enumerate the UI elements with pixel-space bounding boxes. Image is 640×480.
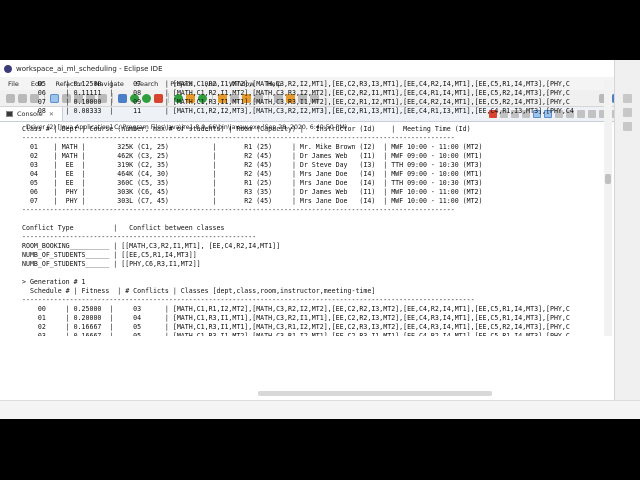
console-line: 02 | MATH | 462K (C3, 25) | R2 (45) | Dr…	[22, 152, 483, 160]
restore-icon[interactable]	[623, 94, 632, 103]
console-line: NUMB_OF_STUDENTS______ | [[EE,C5,R1,I4,M…	[22, 251, 197, 259]
console-text: 05 | 0.12500 | 07 | [MATH,C1,R2,I1,MT2],…	[22, 80, 606, 336]
console-line: Schedule # | Fitness | # Conflicts | Cla…	[22, 287, 376, 295]
console-line: 06 | 0.11111 | 08 | [MATH,C1,R2,I1,MT2],…	[22, 89, 570, 97]
console-line: NUMB_OF_STUDENTS______ | [[PHY,C6,R3,I1,…	[22, 260, 201, 268]
console-line: ROOM_BOOKING__________ | [[MATH,C3,R2,I1…	[22, 242, 281, 250]
console-line: 07 | PHY | 303L (C7, 45) | R2 (45) | Mrs…	[22, 197, 483, 205]
eclipse-icon	[4, 64, 12, 73]
console-line: 03 | EE | 319K (C2, 35) | R2 (45) | Dr S…	[22, 161, 483, 169]
vertical-scrollbar[interactable]	[604, 80, 612, 336]
console-output[interactable]: 05 | 0.12500 | 07 | [MATH,C1,R2,I1,MT2],…	[22, 80, 606, 336]
console-line: ----------------------------------------…	[22, 134, 455, 142]
console-line: 00 | 0.25000 | 03 | [MATH,C1,R1,I2,MT2],…	[22, 305, 570, 313]
title-bar: workspace_ai_ml_scheduling - Eclipse IDE	[0, 60, 640, 77]
console-line: 05 | 0.12500 | 07 | [MATH,C1,R2,I1,MT2],…	[22, 80, 570, 88]
console-line: Conflict Type | Conflict between classes	[22, 224, 225, 232]
console-line: > Generation # 1	[22, 278, 86, 286]
right-trim-stack	[614, 60, 640, 418]
console-line: ----------------------------------------…	[22, 296, 475, 304]
console-line: Class # | Dept | Course (number, max # o…	[22, 125, 471, 133]
console-line: 04 | EE | 464K (C4, 30) | R2 (45) | Mrs …	[22, 170, 483, 178]
horizontal-scrollbar[interactable]	[258, 391, 492, 396]
console-line: 07 | 0.10000 | 09 | [MATH,C1,R3,I1,MT1],…	[22, 98, 570, 106]
console-line: 08 | 0.08333 | 11 | [MATH,C1,R2,I2,MT3],…	[22, 107, 574, 115]
scrollbar-thumb[interactable]	[605, 174, 611, 184]
console-line: 06 | PHY | 303K (C6, 45) | R3 (35) | Dr …	[22, 188, 483, 196]
new-icon[interactable]	[6, 93, 15, 103]
console-line: 05 | EE | 360C (C5, 35) | R1 (25) | Mrs …	[22, 179, 483, 187]
console-icon	[6, 111, 13, 117]
menu-file[interactable]: File	[8, 80, 19, 88]
window-title: workspace_ai_ml_scheduling - Eclipse IDE	[16, 64, 163, 73]
status-bar	[0, 400, 640, 419]
console-line: ----------------------------------------…	[22, 206, 455, 214]
console-line: 01 | MATH | 325K (C1, 25) | R1 (25) | Mr…	[22, 143, 483, 151]
outline-icon[interactable]	[623, 108, 632, 117]
console-line: 02 | 0.16667 | 05 | [MATH,C1,R3,I1,MT1],…	[22, 323, 570, 331]
console-line: 01 | 0.20000 | 04 | [MATH,C1,R3,I1,MT1],…	[22, 314, 570, 322]
console-line: 03 | 0.16667 | 05 | [MATH,C1,R3,I1,MT2],…	[22, 332, 570, 336]
console-line: ----------------------------------------…	[22, 233, 257, 241]
task-list-icon[interactable]	[623, 122, 632, 131]
